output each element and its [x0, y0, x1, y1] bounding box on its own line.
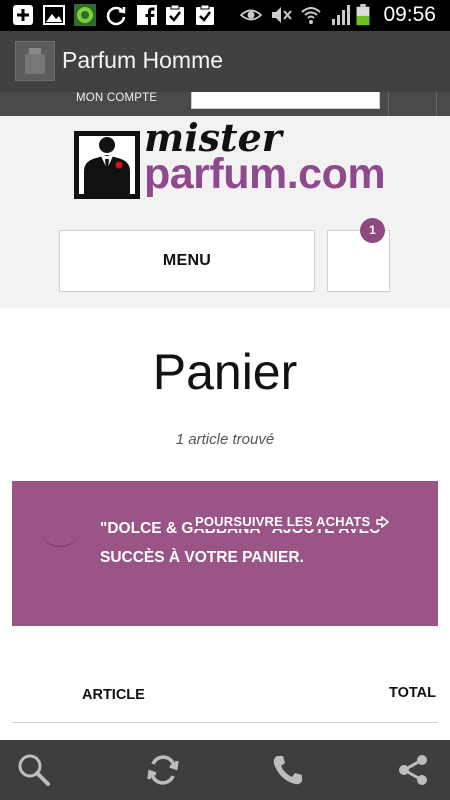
search-icon[interactable] — [16, 752, 52, 788]
sync-icon — [106, 6, 126, 26]
status-bar: 09:56 — [0, 0, 450, 31]
refresh-icon[interactable] — [145, 752, 181, 788]
menu-button[interactable]: MENU — [59, 230, 315, 292]
divider — [388, 92, 389, 116]
my-account-link[interactable]: MON COMPTE — [76, 92, 157, 104]
mute-icon — [272, 7, 292, 23]
site-logo[interactable]: mister parfum.com — [74, 119, 386, 203]
site-header: mister parfum.com MENU 1 — [0, 116, 450, 308]
continue-shopping-label: POURSUIVRE LES ACHATS — [195, 514, 371, 529]
phone-icon[interactable] — [270, 752, 306, 788]
app-bar: Parfum Homme — [0, 31, 450, 92]
perfume-bottle-icon — [25, 48, 45, 74]
app-notification-icon — [74, 4, 96, 26]
image-icon — [43, 5, 65, 25]
page-title: Panier — [152, 344, 298, 400]
account-bar: MON COMPTE — [0, 92, 450, 116]
loading-spinner-icon — [38, 502, 82, 547]
app-title: Parfum Homme — [62, 47, 224, 73]
table-divider — [12, 722, 438, 723]
divider — [436, 92, 437, 116]
cart-count-badge: 1 — [360, 218, 385, 243]
wifi-icon — [301, 7, 321, 24]
share-icon[interactable] — [395, 752, 431, 788]
arrow-right-icon — [376, 515, 390, 528]
success-notice: "DOLCE & GABBANA" AJOUTÉ AVEC SUCCÈS À V… — [12, 481, 438, 626]
continue-shopping-link[interactable]: POURSUIVRE LES ACHATS — [195, 514, 394, 529]
bottom-toolbar — [0, 740, 450, 800]
items-found-text: 1 article trouvé — [175, 431, 275, 448]
app-icon[interactable] — [15, 41, 55, 81]
facebook-icon — [137, 5, 157, 25]
clock: 09:56 — [383, 3, 436, 26]
signal-icon — [332, 5, 350, 25]
logo-text-bottom: parfum.com — [144, 150, 386, 198]
column-header-article: ARTICLE — [82, 687, 145, 703]
column-header-total: TOTAL — [389, 685, 436, 701]
clipboard-check-icon — [196, 4, 214, 25]
clipboard-check-icon — [166, 4, 184, 25]
suit-logo-icon — [74, 131, 140, 199]
search-input[interactable] — [191, 92, 380, 109]
battery-icon — [356, 4, 370, 26]
eye-icon — [240, 9, 262, 21]
add-icon — [13, 5, 33, 25]
